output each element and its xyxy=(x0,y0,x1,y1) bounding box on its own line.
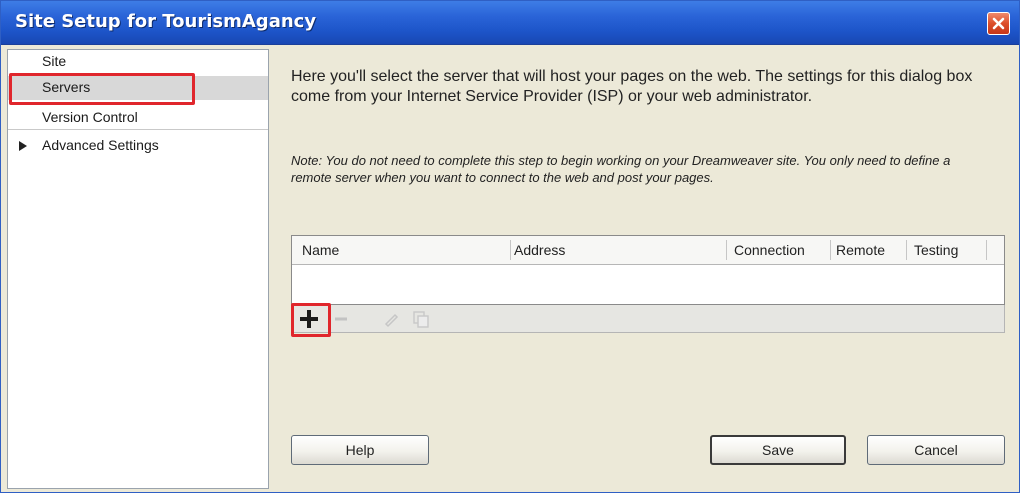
column-header-address[interactable]: Address xyxy=(514,242,565,258)
note-text: Note: You do not need to complete this s… xyxy=(291,153,951,185)
save-button[interactable]: Save xyxy=(710,435,846,465)
site-setup-dialog: Site Setup for TourismAgancy Site Server… xyxy=(0,0,1020,493)
close-icon xyxy=(992,17,1005,30)
dialog-title: Site Setup for TourismAgancy xyxy=(15,11,317,32)
column-divider xyxy=(830,240,831,260)
column-header-remote[interactable]: Remote xyxy=(836,242,885,258)
add-button-highlight-box xyxy=(291,303,331,337)
minus-icon xyxy=(335,317,347,321)
close-button[interactable] xyxy=(987,12,1010,35)
column-divider xyxy=(726,240,727,260)
sidebar-item-advanced-settings[interactable]: Advanced Settings xyxy=(8,134,268,158)
sidebar-item-label: Version Control xyxy=(42,109,138,125)
duplicate-server-button[interactable] xyxy=(410,308,432,330)
duplicate-icon xyxy=(413,311,429,328)
pencil-icon xyxy=(384,313,399,328)
help-button[interactable]: Help xyxy=(291,435,429,465)
servers-table[interactable]: Name Address Connection Remote Testing xyxy=(291,235,1005,305)
sidebar-item-version-control[interactable]: Version Control xyxy=(8,106,268,130)
intro-text: Here you'll select the server that will … xyxy=(291,68,973,105)
servers-panel: Here you'll select the server that will … xyxy=(271,49,1015,489)
column-header-name[interactable]: Name xyxy=(302,242,339,258)
sidebar-item-site[interactable]: Site xyxy=(8,50,268,74)
column-header-connection[interactable]: Connection xyxy=(734,242,805,258)
edit-server-button[interactable] xyxy=(380,308,402,330)
servers-highlight-box xyxy=(9,73,195,105)
category-sidebar: Site Servers Version Control Advanced Se… xyxy=(7,49,269,489)
column-divider xyxy=(510,240,511,260)
sidebar-item-label: Advanced Settings xyxy=(42,137,159,153)
remove-server-button[interactable] xyxy=(330,308,352,330)
title-bar[interactable]: Site Setup for TourismAgancy xyxy=(1,1,1019,45)
column-divider xyxy=(986,240,987,260)
servers-toolbar xyxy=(291,305,1005,333)
column-header-testing[interactable]: Testing xyxy=(914,242,958,258)
cancel-button[interactable]: Cancel xyxy=(867,435,1005,465)
column-divider xyxy=(906,240,907,260)
expand-arrow-icon[interactable] xyxy=(19,141,27,151)
table-header: Name Address Connection Remote Testing xyxy=(292,236,1004,265)
sidebar-item-label: Site xyxy=(42,53,67,69)
